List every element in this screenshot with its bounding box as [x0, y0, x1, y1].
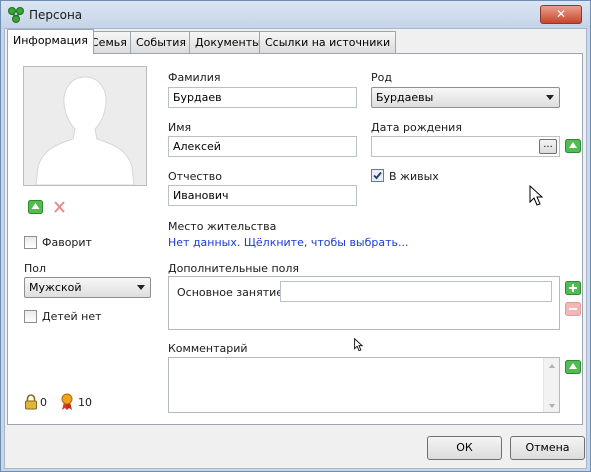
award-ribbon-icon: [61, 393, 73, 410]
surname-field[interactable]: Бурдаев: [168, 87, 357, 108]
alive-checkbox[interactable]: [371, 169, 384, 182]
up-arrow-icon[interactable]: [28, 200, 43, 214]
family-label: Род: [371, 71, 392, 84]
occupation-label: Основное занятие:: [177, 286, 287, 299]
extra-fields-label: Дополнительные поля: [168, 262, 300, 275]
information-panel: Фаворит Пол Мужской Детей нет 0 10 Фамил…: [7, 53, 583, 425]
comment-label: Комментарий: [168, 342, 248, 355]
add-birthdate-icon[interactable]: [565, 139, 581, 153]
gender-label: Пол: [24, 262, 47, 275]
gender-select[interactable]: Мужской: [24, 277, 151, 298]
name-value: Алексей: [173, 140, 221, 153]
close-button[interactable]: ✕: [540, 5, 582, 24]
favorite-checkbox[interactable]: [24, 236, 37, 249]
name-label: Имя: [168, 121, 192, 134]
residence-label: Место жительства: [168, 220, 277, 233]
tab-events[interactable]: События: [130, 31, 193, 53]
checkmark-icon: [373, 171, 382, 180]
remove-field-icon[interactable]: [565, 302, 581, 316]
birthdate-picker-button[interactable]: ...: [539, 139, 557, 154]
person-dialog: Персона ✕ Информация Семья События Докум…: [0, 0, 591, 472]
occupation-field[interactable]: [280, 281, 552, 302]
lock-count: 0: [40, 396, 47, 409]
surname-value: Бурдаев: [173, 91, 222, 104]
add-field-icon[interactable]: [565, 281, 581, 295]
scroll-arrows-icon: [549, 364, 555, 408]
tab-documents[interactable]: Документы: [189, 31, 267, 53]
patronymic-label: Отчество: [168, 170, 223, 183]
patronymic-value: Иванович: [173, 189, 229, 202]
award-count: 10: [78, 396, 92, 409]
lock-icon: [25, 394, 37, 410]
app-icon: [8, 7, 24, 23]
tab-source-links[interactable]: Ссылки на источники: [259, 31, 397, 53]
ok-button[interactable]: ОК: [427, 436, 502, 460]
name-field[interactable]: Алексей: [168, 136, 357, 157]
person-photo[interactable]: [23, 66, 147, 186]
birthdate-field[interactable]: [371, 136, 560, 157]
comment-textarea[interactable]: [168, 357, 560, 413]
mouse-cursor-icon: [529, 185, 544, 206]
person-silhouette-icon: [24, 67, 146, 186]
title-bar[interactable]: Персона ✕: [1, 1, 590, 29]
chevron-down-icon: [546, 95, 554, 100]
extra-fields-box: Основное занятие:: [168, 276, 560, 330]
remove-x-icon[interactable]: [52, 200, 67, 214]
chevron-down-icon: [137, 285, 145, 290]
window-title: Персона: [29, 8, 83, 22]
add-comment-icon[interactable]: [565, 360, 581, 374]
tab-information[interactable]: Информация: [7, 29, 94, 54]
dialog-client: Информация Семья События Документы Ссылк…: [4, 28, 587, 469]
family-value: Бурдаевы: [376, 91, 434, 104]
birthdate-label: Дата рождения: [371, 121, 462, 134]
cancel-button[interactable]: Отмена: [510, 436, 585, 460]
mouse-cursor-icon: [354, 338, 364, 352]
residence-link[interactable]: Нет данных. Щёлкните, чтобы выбрать...: [168, 236, 409, 249]
no-children-label: Детей нет: [42, 310, 102, 323]
favorite-label: Фаворит: [42, 236, 92, 249]
surname-label: Фамилия: [168, 71, 221, 84]
no-children-checkbox[interactable]: [24, 310, 37, 323]
gender-value: Мужской: [29, 281, 82, 294]
alive-label: В живых: [389, 170, 439, 183]
comment-scrollbar[interactable]: [543, 358, 559, 412]
family-select[interactable]: Бурдаевы: [371, 87, 560, 108]
patronymic-field[interactable]: Иванович: [168, 185, 357, 206]
